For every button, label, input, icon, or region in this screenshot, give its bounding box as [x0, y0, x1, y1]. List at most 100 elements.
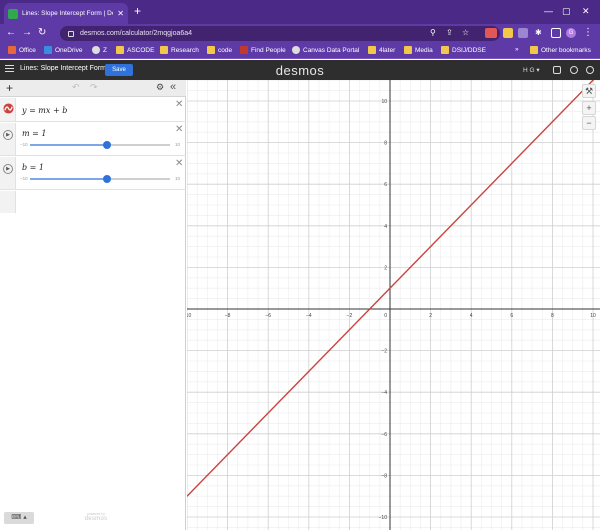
graph-title[interactable]: Lines: Slope Intercept Form: [20, 65, 106, 72]
new-tab-icon[interactable]: +: [134, 4, 141, 18]
y-tick-label: 6: [384, 182, 387, 188]
desmos-header: Lines: Slope Intercept Form Save desmos …: [0, 60, 600, 80]
globe-icon: [292, 46, 300, 54]
office-icon: [8, 46, 16, 54]
site-icon: [240, 46, 248, 54]
play-slider-icon[interactable]: ▶: [3, 130, 13, 140]
tab-title: Lines: Slope Intercept Form | De: [22, 10, 114, 17]
bookmarks-overflow-icon[interactable]: »: [515, 46, 519, 53]
bookmark-onedrive[interactable]: OneDrive: [44, 46, 82, 54]
play-slider-icon[interactable]: ▶: [3, 164, 13, 174]
y-tick-label: 10: [381, 99, 387, 105]
gear-icon[interactable]: ⚙: [156, 82, 164, 93]
delete-expression-icon[interactable]: ✕: [175, 158, 183, 169]
bookmark-media[interactable]: Media: [404, 46, 433, 54]
line-style-icon[interactable]: [3, 103, 14, 114]
help-icon[interactable]: [570, 66, 578, 74]
add-expression-icon[interactable]: +: [6, 81, 13, 95]
bookmark-code[interactable]: code: [207, 46, 232, 54]
share-graph-icon[interactable]: [553, 66, 561, 74]
expression-row-3[interactable]: ▶ b = 1 ✕ −10 10: [0, 157, 186, 190]
slider-track[interactable]: [30, 141, 170, 149]
browser-menu-icon[interactable]: ⋮: [583, 27, 593, 39]
folder-icon: [160, 46, 168, 54]
slider-max[interactable]: 10: [175, 176, 180, 181]
y-tick-label: 4: [384, 224, 387, 230]
forward-icon[interactable]: →: [22, 27, 32, 39]
bookmark-research[interactable]: Research: [160, 46, 199, 54]
share-icon[interactable]: ⇪: [446, 27, 453, 39]
undo-icon[interactable]: ↶: [72, 82, 80, 93]
slider-thumb[interactable]: [103, 141, 111, 149]
url-text: desmos.com/calculator/2mqgjoa6a4: [80, 30, 193, 37]
zoom-icon[interactable]: ⚲: [430, 27, 436, 39]
star-icon[interactable]: ☆: [462, 27, 469, 39]
redo-icon[interactable]: ↷: [90, 82, 98, 93]
bookmark-canvas-data-portal[interactable]: Canvas Data Portal: [292, 46, 359, 54]
bookmark-other[interactable]: Other bookmarks: [530, 46, 591, 54]
save-button[interactable]: Save: [105, 64, 133, 76]
extension-icon[interactable]: [518, 28, 528, 38]
bookmark-office[interactable]: Office: [8, 46, 36, 54]
user-menu[interactable]: H G ▾: [523, 66, 540, 74]
browser-tab[interactable]: Lines: Slope Intercept Form | De ✕: [4, 3, 128, 24]
empty-expression-row[interactable]: [0, 191, 186, 213]
close-tab-icon[interactable]: ✕: [117, 9, 124, 18]
back-icon[interactable]: ←: [6, 27, 16, 39]
expression-latex[interactable]: y = mx + b: [22, 106, 67, 115]
slider-fill: [30, 144, 107, 146]
extension-notes-icon[interactable]: [503, 28, 513, 38]
expression-row-2[interactable]: ▶ m = 1 ✕ −10 10: [0, 123, 186, 156]
slider-track[interactable]: [30, 175, 170, 183]
graph-paper[interactable]: −10 −8 −6 −4 −2 2 4 6 8 10 −10 −8 −6 −4 −2 2 4 6 8 10 0: [187, 80, 600, 530]
bookmarks-bar: Office OneDrive Z ASCODE Research code F…: [0, 43, 600, 59]
x-tick-label: 8: [551, 313, 554, 319]
y-tick-label: −2: [381, 349, 387, 355]
slider-min[interactable]: −10: [20, 176, 28, 181]
expression-gutter: [0, 191, 16, 213]
slider-max[interactable]: 10: [175, 142, 180, 147]
folder-icon: [441, 46, 449, 54]
expression-latex[interactable]: b = 1: [22, 163, 44, 172]
x-tick-label: 6: [510, 313, 513, 319]
reload-icon[interactable]: ↻: [38, 27, 46, 39]
profile-avatar[interactable]: G: [566, 28, 576, 38]
graph-background: [187, 80, 600, 530]
slider-min[interactable]: −10: [20, 142, 28, 147]
browser-tab-strip: Lines: Slope Intercept Form | De ✕ + — ▢…: [0, 0, 600, 24]
delete-expression-icon[interactable]: ✕: [175, 99, 183, 110]
keyboard-toggle-icon[interactable]: ⌨ ▴: [4, 512, 34, 524]
collapse-panel-icon[interactable]: «: [170, 81, 176, 93]
slider-thumb[interactable]: [103, 175, 111, 183]
browser-toolbar: ← → ↻ desmos.com/calculator/2mqgjoa6a4 ⚲…: [0, 24, 600, 43]
bookmark-find-people[interactable]: Find People: [240, 46, 286, 54]
delete-expression-icon[interactable]: ✕: [175, 124, 183, 135]
expression-row-1[interactable]: y = mx + b ✕: [0, 98, 186, 122]
expression-gutter: ▶: [0, 157, 16, 189]
folder-icon: [530, 46, 538, 54]
bookmark-ascode[interactable]: ASCODE: [116, 46, 154, 54]
graph-settings-wrench-icon[interactable]: ⚒: [582, 84, 596, 98]
zoom-in-icon[interactable]: +: [582, 101, 596, 115]
bookmark-z[interactable]: Z: [92, 46, 107, 54]
y-tick-label: −4: [381, 390, 387, 396]
x-tick-label: −2: [347, 313, 353, 319]
zoom-out-icon[interactable]: −: [582, 116, 596, 130]
expression-latex[interactable]: m = 1: [22, 129, 46, 138]
maximize-icon[interactable]: ▢: [562, 5, 571, 17]
close-window-icon[interactable]: ✕: [582, 5, 590, 17]
slider-fill: [30, 178, 107, 180]
x-tick-label: 10: [590, 313, 596, 319]
language-globe-icon[interactable]: [586, 66, 594, 74]
folder-icon: [404, 46, 412, 54]
folder-icon: [116, 46, 124, 54]
minimize-icon[interactable]: —: [544, 5, 553, 17]
bookmark-dsij-ddse[interactable]: DSIJ/DDSE: [441, 46, 486, 54]
puzzle-extensions-icon[interactable]: ✱: [535, 27, 542, 39]
lock-icon: [68, 30, 74, 37]
hamburger-menu-icon[interactable]: [5, 65, 14, 74]
extension-adblock-icon[interactable]: [485, 28, 497, 38]
side-panel-icon[interactable]: [551, 28, 561, 38]
powered-by-desmos: powered by desmos: [76, 512, 116, 522]
bookmark-4later[interactable]: 4later: [368, 46, 395, 54]
